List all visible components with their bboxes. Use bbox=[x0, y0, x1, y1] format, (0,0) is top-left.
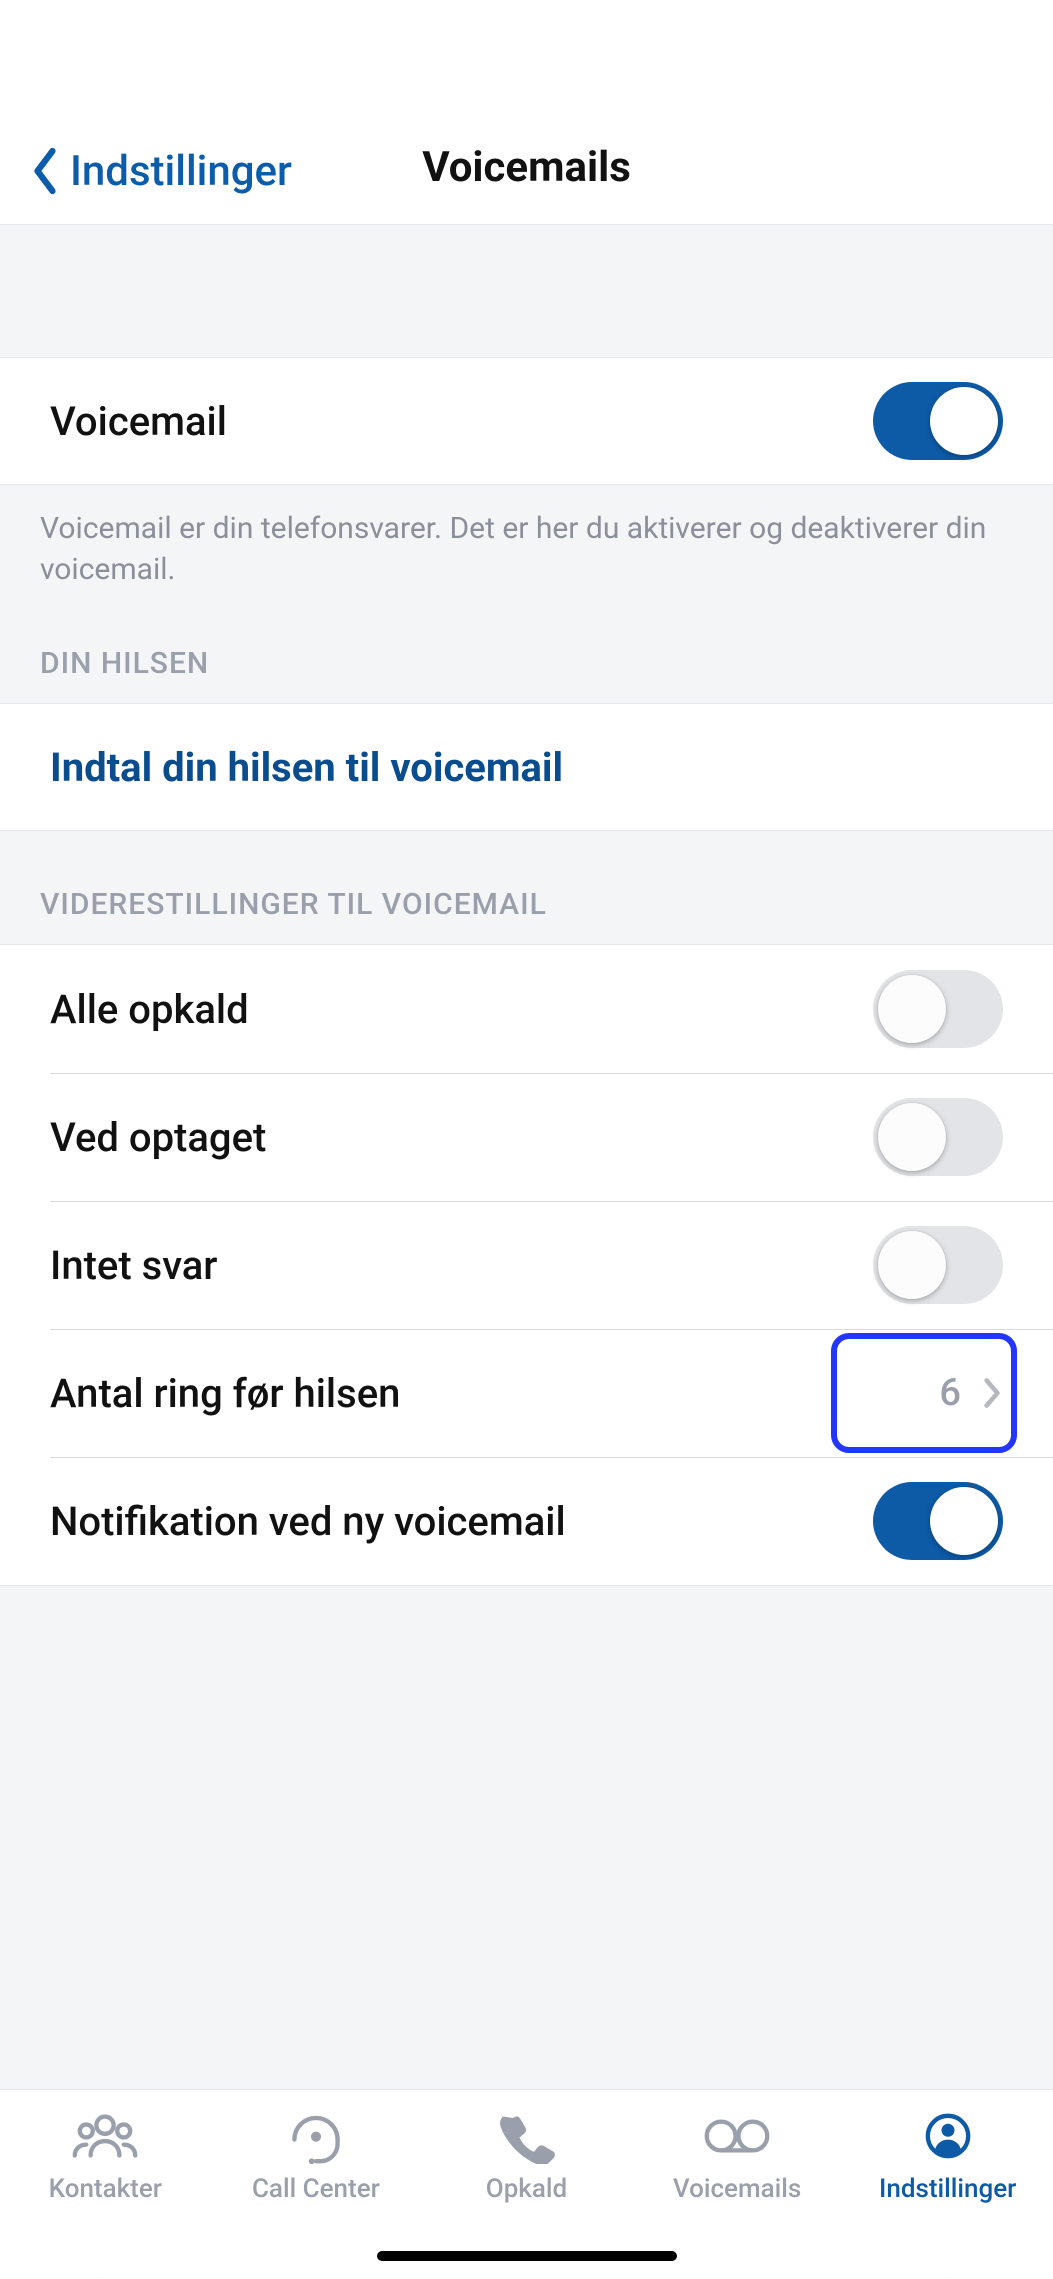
row-no-answer-label: Intet svar bbox=[50, 1242, 217, 1289]
tab-voicemails-label: Voicemails bbox=[673, 2174, 801, 2204]
headset-icon bbox=[280, 2108, 352, 2164]
tab-call-center-label: Call Center bbox=[252, 2174, 380, 2204]
tab-settings[interactable]: Indstillinger bbox=[842, 2108, 1053, 2204]
tab-calls[interactable]: Opkald bbox=[421, 2108, 632, 2204]
row-all-calls-label: Alle opkald bbox=[50, 986, 249, 1033]
tab-voicemails[interactable]: Voicemails bbox=[632, 2108, 843, 2204]
tab-contacts[interactable]: Kontakter bbox=[0, 2108, 211, 2204]
toggle-busy[interactable] bbox=[873, 1098, 1003, 1176]
back-button[interactable]: Indstillinger bbox=[30, 146, 292, 196]
voicemail-toggle[interactable] bbox=[873, 382, 1003, 460]
row-rings[interactable]: Antal ring før hilsen 6 bbox=[0, 1329, 1053, 1457]
tab-calls-label: Opkald bbox=[486, 2174, 567, 2204]
voicemail-description: Voicemail er din telefonsvarer. Det er h… bbox=[0, 485, 1053, 596]
row-busy: Ved optaget bbox=[0, 1073, 1053, 1201]
row-all-calls: Alle opkald bbox=[0, 945, 1053, 1073]
toggle-no-answer[interactable] bbox=[873, 1226, 1003, 1304]
spacer bbox=[0, 225, 1053, 357]
toggle-notify[interactable] bbox=[873, 1482, 1003, 1560]
row-rings-label: Antal ring før hilsen bbox=[50, 1370, 400, 1417]
page-title: Voicemails bbox=[422, 143, 631, 192]
contacts-icon bbox=[69, 2108, 141, 2164]
tab-contacts-label: Kontakter bbox=[49, 2174, 162, 2204]
chevron-right-icon bbox=[981, 1375, 1003, 1411]
row-rings-trail: 6 bbox=[939, 1371, 1003, 1415]
tab-call-center[interactable]: Call Center bbox=[211, 2108, 422, 2204]
phone-icon bbox=[490, 2108, 562, 2164]
flex-spacer bbox=[0, 1586, 1053, 2089]
row-notify: Notifikation ved ny voicemail bbox=[0, 1457, 1053, 1585]
record-greeting-label: Indtal din hilsen til voicemail bbox=[50, 744, 563, 791]
forwarding-list: Alle opkald Ved optaget Intet svar Antal… bbox=[0, 944, 1053, 1586]
greeting-section-header: DIN HILSEN bbox=[0, 596, 1053, 703]
profile-icon bbox=[912, 2108, 984, 2164]
chevron-left-icon bbox=[30, 146, 60, 196]
back-label: Indstillinger bbox=[70, 147, 292, 196]
row-busy-label: Ved optaget bbox=[50, 1114, 266, 1161]
row-notify-label: Notifikation ved ny voicemail bbox=[50, 1498, 566, 1545]
tab-settings-label: Indstillinger bbox=[879, 2174, 1016, 2204]
voicemail-label: Voicemail bbox=[50, 398, 227, 445]
forwarding-section-header: VIDERESTILLINGER TIL VOICEMAIL bbox=[0, 831, 1053, 944]
record-greeting-link[interactable]: Indtal din hilsen til voicemail bbox=[0, 703, 1053, 831]
row-no-answer: Intet svar bbox=[0, 1201, 1053, 1329]
rings-value: 6 bbox=[939, 1371, 961, 1415]
toggle-all-calls[interactable] bbox=[873, 970, 1003, 1048]
voicemail-row: Voicemail bbox=[0, 357, 1053, 485]
home-indicator bbox=[377, 2251, 677, 2261]
voicemail-icon bbox=[701, 2108, 773, 2164]
nav-bar: Indstillinger Voicemails bbox=[0, 0, 1053, 225]
